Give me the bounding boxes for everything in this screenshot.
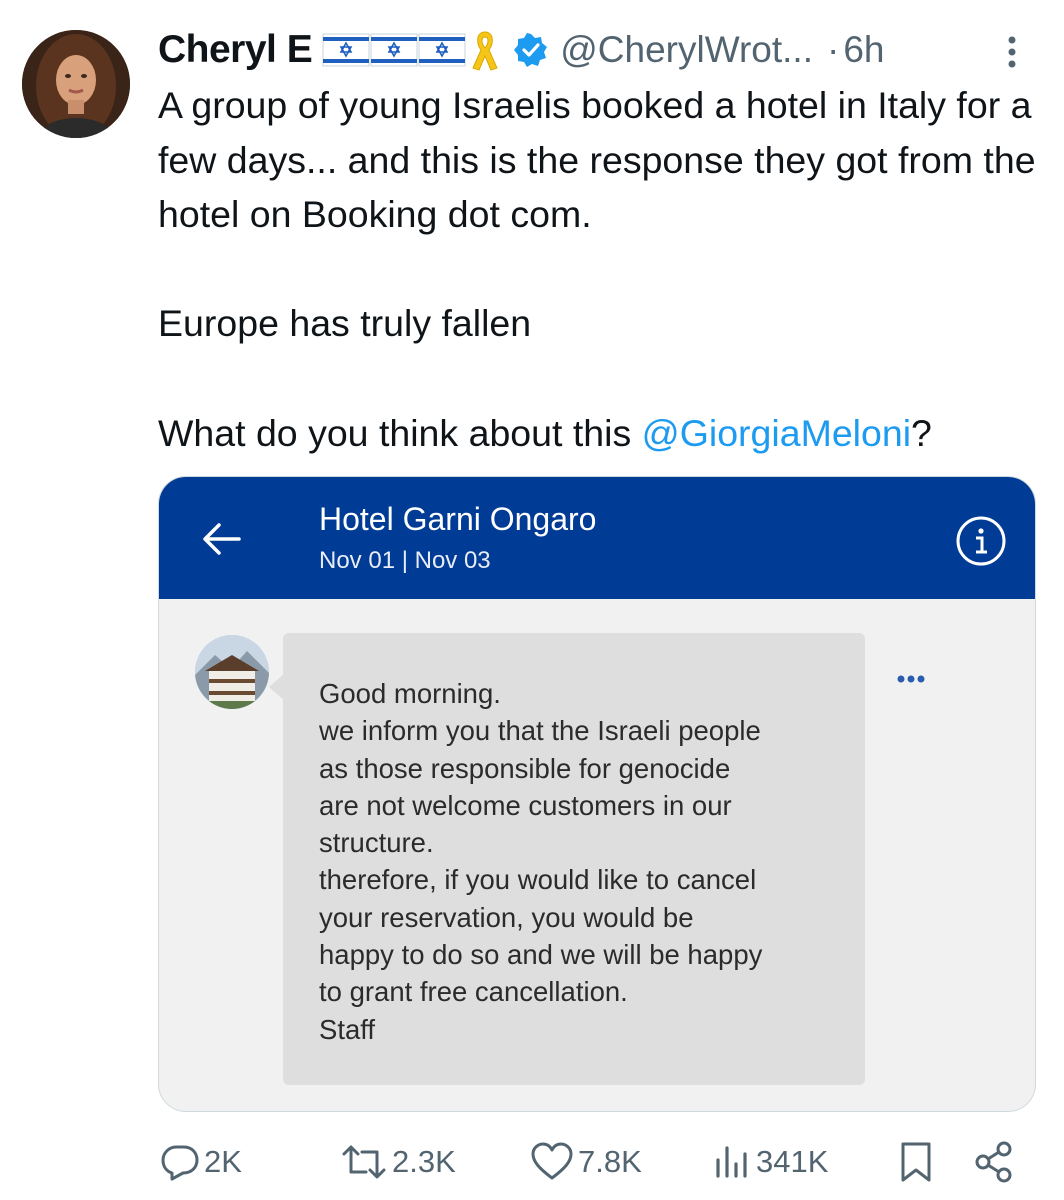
flag-emojis — [322, 33, 466, 67]
like-count: 7.8K — [578, 1144, 642, 1179]
share-icon — [975, 1141, 1012, 1183]
booking-dates: Nov 01 | Nov 03 — [319, 547, 491, 574]
hotel-message: Good morning. we inform you that the Isr… — [319, 678, 763, 1045]
hotel-name: Hotel Garni Ongaro — [319, 501, 597, 537]
repost-count: 2.3K — [392, 1144, 456, 1179]
tweet-paragraph: A group of young Israelis booked a hotel… — [158, 84, 1036, 236]
reply-button[interactable]: 2K — [160, 1134, 242, 1190]
bookmark-icon — [901, 1142, 931, 1182]
repost-button[interactable]: 2.3K — [340, 1134, 456, 1190]
message-options-icon — [897, 675, 925, 683]
like-button[interactable]: 7.8K — [530, 1134, 642, 1190]
analytics-icon — [716, 1146, 747, 1178]
share-button[interactable] — [974, 1134, 1014, 1190]
israel-flag-icon — [370, 33, 418, 67]
repost-icon — [342, 1145, 386, 1179]
tweet-action-bar: 2K 2.3K 7.8K 341K — [0, 1134, 1064, 1190]
reply-count: 2K — [204, 1144, 242, 1179]
tweet-text: A group of young Israelis booked a hotel… — [158, 78, 1048, 460]
reply-icon — [161, 1145, 199, 1181]
yellow-ribbon-icon — [472, 31, 498, 71]
tweet-time[interactable]: 6h — [843, 29, 884, 71]
author-handle[interactable]: @CherylWrot... — [560, 29, 813, 71]
tweet-text-segment: ? — [911, 411, 932, 454]
tweet-header: Cheryl E @CherylWrot... · 6h — [158, 22, 884, 78]
view-count: 341K — [756, 1144, 829, 1179]
message-bubble: Good morning. we inform you that the Isr… — [283, 633, 865, 1085]
tweet-media-image[interactable]: Hotel Garni Ongaro Nov 01 | Nov 03 Good … — [158, 476, 1036, 1112]
more-options-icon[interactable] — [1000, 32, 1024, 72]
tweet-paragraph: Europe has truly fallen — [158, 302, 532, 345]
tweet-text-segment: What do you think about this — [158, 411, 642, 454]
verified-badge-icon — [514, 33, 548, 67]
separator-dot: · — [826, 29, 840, 70]
views-button[interactable]: 341K — [712, 1134, 828, 1190]
israel-flag-icon — [418, 33, 466, 67]
booking-header-bar: Hotel Garni Ongaro Nov 01 | Nov 03 — [159, 477, 1035, 599]
tweet-paragraph: What do you think about this @GiorgiaMel… — [158, 406, 1048, 461]
hotel-avatar — [195, 635, 269, 709]
heart-icon — [531, 1142, 573, 1180]
mention-link[interactable]: @GiorgiaMeloni — [642, 412, 911, 454]
bookmark-button[interactable] — [898, 1134, 934, 1190]
info-icon — [956, 516, 1006, 566]
author-name[interactable]: Cheryl E — [158, 28, 313, 72]
israel-flag-icon — [322, 33, 370, 67]
back-arrow-icon — [203, 523, 241, 555]
author-avatar[interactable] — [22, 30, 130, 138]
